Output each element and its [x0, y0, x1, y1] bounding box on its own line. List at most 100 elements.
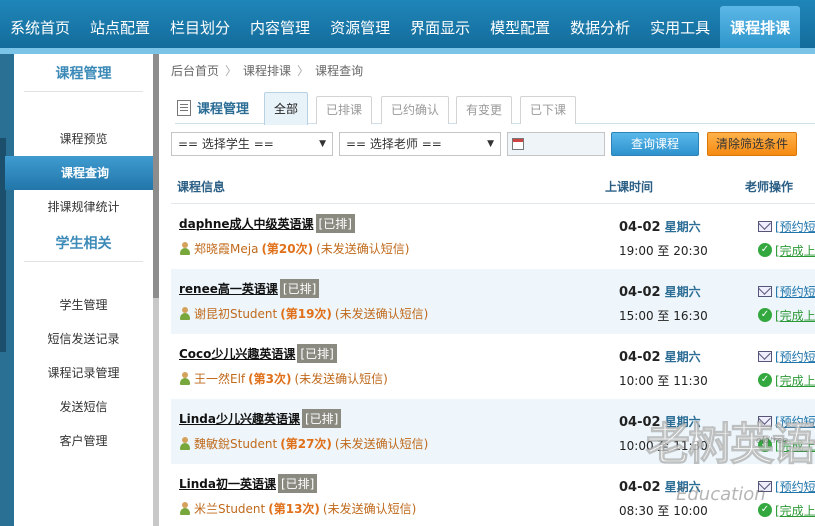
sidebar-item-course-query[interactable]: 课程查询 ▶ — [5, 156, 165, 190]
clear-filters-button[interactable]: 清除筛选条件 — [707, 132, 797, 156]
sidebar-item-course-preview[interactable]: 课程预览 — [14, 122, 153, 156]
class-date: 04-02 星期六 — [619, 283, 701, 300]
sidebar-group-course: 课程管理 — [24, 54, 143, 92]
main-panel: 后台首页 〉 课程排课 〉 课程查询 课程管理 全部 已排课 已约确认 有变更 … — [159, 54, 815, 526]
weekday: 星期六 — [664, 220, 701, 234]
sms-status: (未发送确认短信) — [322, 502, 417, 516]
reserve-sms-link[interactable]: [预约短信] — [775, 478, 815, 495]
tab-confirmed[interactable]: 已约确认 — [381, 96, 450, 124]
student-info: 谢昆初Student (第19次) (未发送确认短信) — [179, 305, 428, 322]
nav-site-config[interactable]: 站点配置 — [80, 0, 160, 52]
breadcrumb: 后台首页 〉 课程排课 〉 课程查询 — [171, 62, 363, 79]
op-complete: ✓[完成上课] — [758, 370, 815, 390]
op-sms: [预约短信] — [758, 411, 815, 431]
sidebar: 课程管理 课程预览 课程查询 ▶ 排课规律统计 学生相关 学生管理 短信发送记录… — [5, 54, 165, 526]
class-time: 10:00 至 11:30 — [619, 374, 708, 388]
sidebar-item-schedule-stats[interactable]: 排课规律统计 — [14, 190, 153, 224]
mail-icon — [758, 415, 772, 427]
check-icon: ✓ — [758, 373, 772, 387]
complete-class-link[interactable]: [完成上课] — [775, 372, 815, 389]
reserve-sms-link[interactable]: [预约短信] — [775, 283, 815, 300]
section-label: 课程管理 — [177, 98, 249, 117]
course-info: daphne成人中级英语课 [已排] — [179, 214, 355, 233]
nav-resources[interactable]: 资源管理 — [320, 0, 400, 52]
nav-analytics[interactable]: 数据分析 — [560, 0, 640, 52]
nav-tools[interactable]: 实用工具 — [640, 0, 720, 52]
teacher-ops: [预约短信] ✓[完成上课] — [758, 281, 815, 329]
sms-status: (未发送确认短信) — [334, 437, 429, 451]
op-complete: ✓[完成上课] — [758, 500, 815, 520]
course-name-link[interactable]: Coco少儿兴趣英语课 — [179, 345, 295, 362]
left-frame-edge — [0, 54, 14, 526]
top-nav: 系统首页 站点配置 栏目划分 内容管理 资源管理 界面显示 模型配置 数据分析 … — [0, 0, 815, 52]
mail-icon — [758, 220, 772, 232]
status-badge: [已排] — [302, 409, 342, 428]
reserve-sms-link[interactable]: [预约短信] — [775, 413, 815, 430]
weekday: 星期六 — [664, 350, 701, 364]
person-icon — [179, 437, 191, 450]
nav-scheduling[interactable]: 课程排课 — [720, 6, 801, 52]
sidebar-item-send-sms[interactable]: 发送短信 — [14, 390, 153, 424]
complete-class-link[interactable]: [完成上课] — [775, 437, 815, 454]
teacher-select[interactable]: == 选择老师 == ▼ — [339, 132, 501, 156]
op-complete: ✓[完成上课] — [758, 435, 815, 455]
tab-finished[interactable]: 已下课 — [520, 96, 577, 124]
lesson-count: (第27次) — [280, 437, 332, 451]
teacher-select-value: == 选择老师 == — [346, 137, 442, 151]
crumb-scheduling[interactable]: 课程排课 — [243, 62, 291, 79]
student-select[interactable]: == 选择学生 == ▼ — [171, 132, 333, 156]
query-course-button[interactable]: 查询课程 — [611, 132, 699, 156]
complete-class-link[interactable]: [完成上课] — [775, 502, 815, 519]
date-value: 04-02 — [619, 220, 661, 235]
sidebar-item-student-mgmt[interactable]: 学生管理 — [14, 288, 153, 322]
student-name: 米兰Student — [194, 502, 266, 516]
person-icon — [179, 307, 191, 320]
student-name: 郑晓霞Meja — [194, 242, 259, 256]
course-name-link[interactable]: renee高一英语课 — [179, 280, 278, 297]
caret-down-icon: ▼ — [319, 139, 326, 149]
tab-changed[interactable]: 有变更 — [456, 96, 513, 124]
course-name-link[interactable]: Linda初一英语课 — [179, 475, 276, 492]
check-icon: ✓ — [758, 243, 772, 257]
sidebar-item-customers[interactable]: 客户管理 — [14, 424, 153, 458]
person-icon — [179, 502, 191, 515]
date-input[interactable] — [507, 132, 605, 156]
calendar-icon[interactable] — [512, 138, 524, 150]
mail-icon — [758, 480, 772, 492]
student-name: 魏敏銳Student — [194, 437, 278, 451]
tab-scheduled[interactable]: 已排课 — [316, 96, 373, 124]
course-name-link[interactable]: Linda少儿兴趣英语课 — [179, 410, 300, 427]
weekday: 星期六 — [664, 480, 701, 494]
course-name-link[interactable]: daphne成人中级英语课 — [179, 215, 314, 232]
sidebar-item-sms-log[interactable]: 短信发送记录 — [14, 322, 153, 356]
sidebar-item-course-records[interactable]: 课程记录管理 — [14, 356, 153, 390]
op-complete: ✓[完成上课] — [758, 305, 815, 325]
class-date: 04-02 星期六 — [619, 348, 701, 365]
crumb-current: 课程查询 — [315, 64, 364, 78]
nav-home[interactable]: 系统首页 — [0, 0, 80, 52]
crumb-home[interactable]: 后台首页 — [171, 62, 219, 79]
status-badge: [已排] — [278, 474, 318, 493]
sidebar-item-label: 课程查询 — [60, 166, 109, 180]
nav-display[interactable]: 界面显示 — [400, 0, 480, 52]
table-row: daphne成人中级英语课 [已排] 郑晓霞Meja (第20次) (未发送确认… — [171, 204, 815, 269]
lesson-count: (第13次) — [268, 502, 320, 516]
nav-content[interactable]: 内容管理 — [240, 0, 320, 52]
tab-all[interactable]: 全部 — [264, 92, 309, 125]
complete-class-link[interactable]: [完成上课] — [775, 307, 815, 324]
nav-columns[interactable]: 栏目划分 — [160, 0, 240, 52]
course-info: Coco少儿兴趣英语课 [已排] — [179, 344, 337, 363]
header-teacher-ops: 老师操作 — [745, 180, 794, 194]
complete-class-link[interactable]: [完成上课] — [775, 242, 815, 259]
reserve-sms-link[interactable]: [预约短信] — [775, 348, 815, 365]
student-info: 郑晓霞Meja (第20次) (未发送确认短信) — [179, 240, 409, 257]
student-name: 谢昆初Student — [194, 307, 278, 321]
student-info: 魏敏銳Student (第27次) (未发送确认短信) — [179, 435, 428, 452]
section-label-text: 课程管理 — [197, 102, 250, 117]
nav-model[interactable]: 模型配置 — [480, 0, 560, 52]
date-value: 04-02 — [619, 480, 661, 495]
table-row: renee高一英语课 [已排] 谢昆初Student (第19次) (未发送确认… — [171, 269, 815, 334]
sms-status: (未发送确认短信) — [294, 372, 388, 386]
class-date: 04-02 星期六 — [619, 218, 701, 235]
reserve-sms-link[interactable]: [预约短信] — [775, 218, 815, 235]
